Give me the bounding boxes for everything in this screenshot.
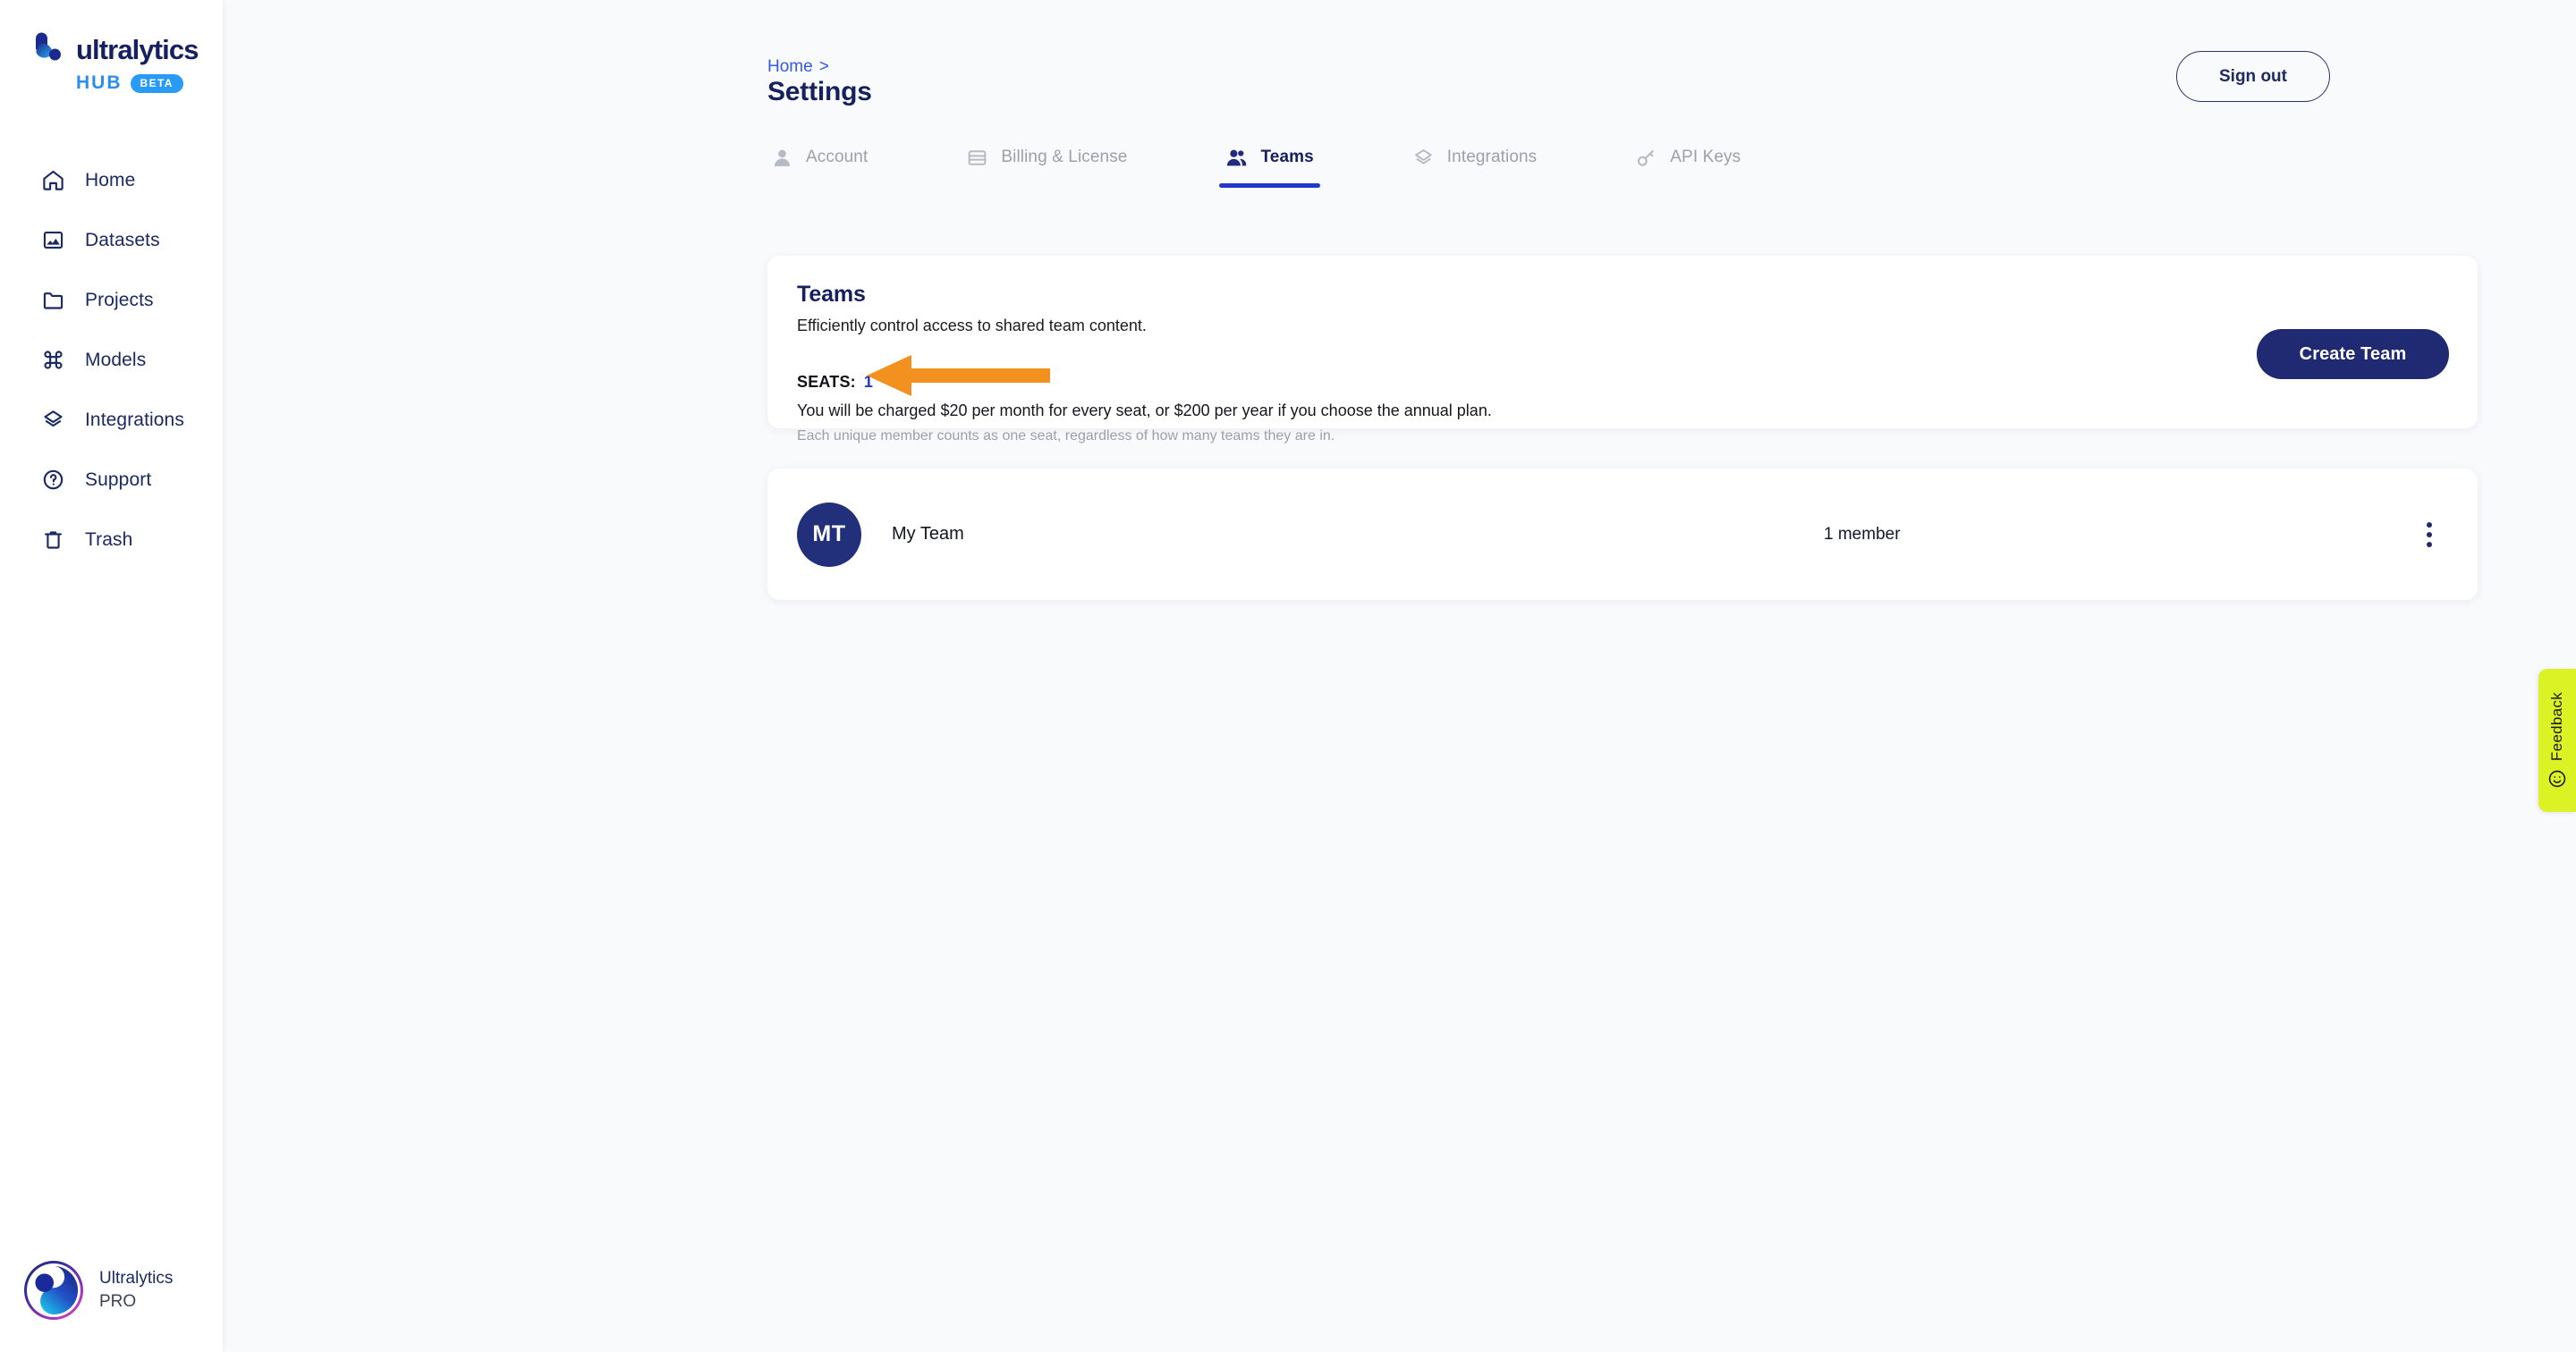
question-circle-icon	[41, 468, 65, 492]
tab-account[interactable]: Account	[767, 131, 871, 183]
sidebar-item-label: Projects	[85, 289, 154, 310]
app-root: ultralytics HUB BETA Home Datasets Proje…	[0, 0, 2576, 1352]
key-icon	[1635, 147, 1657, 169]
sidebar-item-support[interactable]: Support	[0, 450, 223, 510]
sidebar-user-profile[interactable]: Ultralytics PRO	[0, 1261, 173, 1320]
teams-card-inner: Teams Efficiently control access to shar…	[767, 256, 2478, 444]
seats-row: SEATS: 1	[797, 373, 2444, 392]
ultralytics-logo-icon	[30, 32, 66, 68]
team-list-card: MT My Team 1 member	[767, 469, 2478, 600]
settings-tabs: Account Billing & License Teams Integrat…	[767, 131, 2576, 188]
teams-heading: Teams	[797, 282, 866, 307]
sidebar-item-models[interactable]: Models	[0, 330, 223, 390]
sidebar-item-trash[interactable]: Trash	[0, 510, 223, 570]
tab-label: Teams	[1260, 148, 1314, 166]
teams-subheading: Efficiently control access to shared tea…	[797, 317, 1147, 334]
sidebar-item-label: Home	[85, 169, 136, 190]
profile-plan: PRO	[99, 1292, 137, 1311]
breadcrumb-separator: >	[818, 57, 829, 76]
folder-icon	[41, 288, 65, 312]
teams-info-card: Teams Efficiently control access to shar…	[767, 256, 2478, 444]
sidebar-item-home[interactable]: Home	[0, 150, 223, 210]
team-name: My Team	[892, 524, 964, 544]
trash-icon	[41, 528, 65, 552]
command-icon	[41, 348, 65, 372]
avatar	[24, 1261, 83, 1320]
brand-hub-text: HUB	[76, 72, 123, 93]
sidebar-item-label: Integrations	[85, 409, 184, 430]
home-icon	[41, 168, 65, 192]
seats-label: SEATS:	[797, 373, 856, 391]
create-team-button[interactable]: Create Team	[2257, 329, 2449, 379]
people-icon	[1225, 147, 1248, 169]
brand-wordmark: ultralytics	[76, 34, 199, 65]
brand-beta-badge: BETA	[130, 73, 183, 93]
seats-value: 1	[863, 373, 873, 391]
sidebar: ultralytics HUB BETA Home Datasets Proje…	[0, 0, 223, 1352]
image-icon	[41, 228, 65, 252]
sidebar-item-datasets[interactable]: Datasets	[0, 210, 223, 270]
table-row[interactable]: MT My Team 1 member	[767, 469, 2478, 600]
profile-name: Ultralytics	[99, 1269, 174, 1289]
tab-label: API Keys	[1670, 148, 1741, 166]
sidebar-item-integrations[interactable]: Integrations	[0, 390, 223, 450]
user-avatar-icon	[29, 1265, 79, 1315]
tab-teams[interactable]: Teams	[1219, 131, 1320, 188]
kebab-menu-icon[interactable]	[2414, 520, 2445, 550]
sidebar-item-label: Datasets	[85, 229, 160, 250]
brand-block[interactable]: ultralytics HUB BETA	[0, 0, 223, 94]
brand-subrow: HUB BETA	[76, 72, 223, 94]
credit-card-icon	[966, 147, 988, 169]
sidebar-item-label: Trash	[85, 528, 133, 550]
sidebar-nav: Home Datasets Projects Models Integratio…	[0, 150, 223, 570]
main-content: Home > Settings Sign out Account Billing…	[223, 0, 2576, 1352]
person-icon	[771, 147, 793, 169]
tab-label: Integrations	[1446, 148, 1538, 166]
sidebar-item-label: Models	[85, 349, 147, 370]
profile-text: Ultralytics PRO	[99, 1267, 173, 1313]
breadcrumb: Home >	[767, 57, 829, 77]
top-bar: Home > Settings Sign out	[223, 0, 2576, 125]
brand-row: ultralytics	[30, 32, 223, 68]
sidebar-item-label: Support	[85, 469, 152, 490]
charge-note: Each unique member counts as one seat, r…	[797, 428, 1335, 444]
tab-api-keys[interactable]: API Keys	[1631, 131, 1744, 183]
team-member-count: 1 member	[1824, 524, 1901, 544]
tab-active-underline	[1219, 183, 1320, 188]
tab-billing-license[interactable]: Billing & License	[962, 131, 1131, 183]
team-avatar: MT	[797, 502, 861, 567]
layers-icon	[41, 408, 65, 432]
feedback-tab[interactable]: Feedback	[2538, 669, 2576, 812]
avatar-inner	[27, 1263, 80, 1317]
tab-label: Billing & License	[1001, 148, 1128, 166]
charge-description: You will be charged $20 per month for ev…	[797, 401, 1492, 419]
tab-integrations[interactable]: Integrations	[1409, 131, 1541, 183]
feedback-label: Feedback	[2548, 691, 2565, 762]
smiley-face-icon	[2547, 769, 2567, 789]
sign-out-button[interactable]: Sign out	[2176, 51, 2330, 102]
page-title: Settings	[767, 77, 872, 106]
breadcrumb-home-link[interactable]: Home	[767, 57, 813, 77]
tab-label: Account	[806, 148, 869, 166]
layers-icon	[1412, 147, 1435, 169]
sidebar-item-projects[interactable]: Projects	[0, 270, 223, 330]
